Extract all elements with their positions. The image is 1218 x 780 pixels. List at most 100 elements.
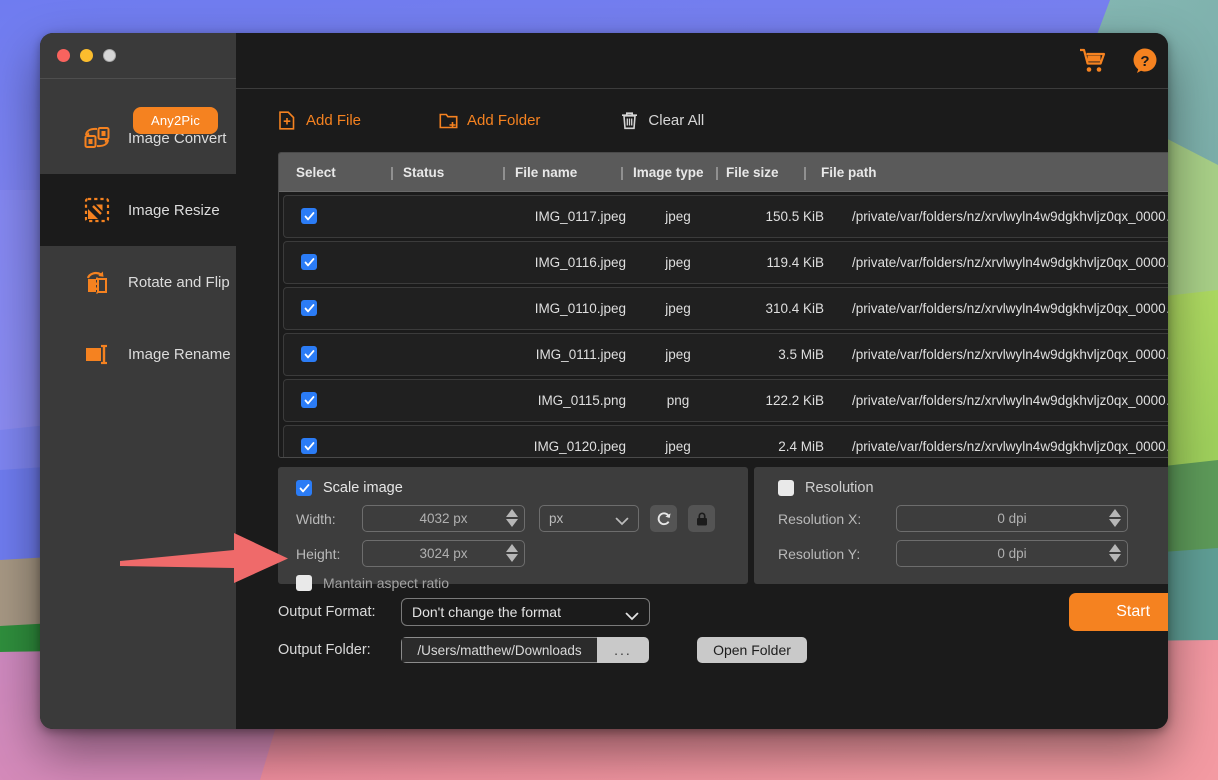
row-select-cell	[284, 300, 380, 317]
table-row[interactable]: IMG_0116.jpegjpeg119.4 KiB/private/var/f…	[283, 241, 1168, 284]
row-file-path-cell: /private/var/folders/nz/xrvlwyln4w9dgkhv…	[824, 347, 1168, 362]
height-value: 3024 px	[419, 546, 467, 561]
row-checkbox[interactable]	[301, 392, 317, 408]
sidebar-item-rotate-and-flip[interactable]: Rotate and Flip	[40, 246, 236, 318]
row-file-size-cell: 150.5 KiB	[726, 209, 824, 224]
open-folder-button[interactable]: Open Folder	[697, 637, 807, 663]
output-folder-group: /Users/matthew/Downloads ...	[401, 637, 649, 663]
output-folder-input[interactable]: /Users/matthew/Downloads	[401, 637, 597, 663]
trash-icon	[620, 111, 639, 130]
table-header-row: Select | Status | File name | Image type…	[279, 153, 1168, 192]
row-checkbox[interactable]	[301, 300, 317, 316]
output-format-label: Output Format:	[278, 604, 401, 620]
maximize-button[interactable]	[103, 49, 116, 62]
sidebar-divider	[40, 78, 236, 79]
stepper-down-arrow[interactable]	[1109, 554, 1121, 562]
row-image-type-cell: jpeg	[630, 347, 726, 362]
height-field-row: Height: 3024 px	[296, 540, 748, 567]
table-row[interactable]: IMG_0110.jpegjpeg310.4 KiB/private/var/f…	[283, 287, 1168, 330]
resolution-checkbox[interactable]	[778, 480, 794, 496]
row-image-type-cell: jpeg	[630, 209, 726, 224]
add-file-icon	[278, 111, 297, 130]
stepper-down-arrow[interactable]	[506, 519, 518, 527]
row-file-name-cell: IMG_0110.jpeg	[490, 301, 630, 316]
height-stepper[interactable]: 3024 px	[362, 540, 525, 567]
column-separator: |	[789, 165, 821, 180]
resolution-y-value: 0 dpi	[997, 546, 1026, 561]
maintain-aspect-ratio-row: Mantain aspect ratio	[296, 575, 748, 591]
table-body: IMG_0117.jpegjpeg150.5 KiB/private/var/f…	[279, 192, 1168, 458]
stepper-up-arrow[interactable]	[506, 509, 518, 517]
column-header-file-path[interactable]: File path	[821, 165, 1168, 180]
resolution-x-value: 0 dpi	[997, 511, 1026, 526]
width-stepper[interactable]: 4032 px	[362, 505, 525, 532]
start-button[interactable]: Start	[1069, 593, 1168, 631]
unit-value: px	[549, 511, 563, 526]
resolution-x-stepper[interactable]: 0 dpi	[896, 505, 1128, 532]
output-format-select[interactable]: Don't change the format	[401, 598, 650, 626]
help-icon[interactable]: ?	[1131, 47, 1159, 75]
stepper-up-arrow[interactable]	[506, 544, 518, 552]
scale-image-header: Scale image	[296, 480, 748, 496]
sidebar: Image Convert Image Resize	[40, 33, 236, 729]
row-file-name-cell: IMG_0117.jpeg	[490, 209, 630, 224]
close-button[interactable]	[57, 49, 70, 62]
table-row[interactable]: IMG_0117.jpegjpeg150.5 KiB/private/var/f…	[283, 195, 1168, 238]
stepper-up-arrow[interactable]	[1109, 509, 1121, 517]
row-checkbox[interactable]	[301, 254, 317, 270]
lock-button[interactable]	[688, 505, 715, 532]
output-format-row: Output Format: Don't change the format	[278, 598, 1168, 626]
column-header-file-size[interactable]: File size	[726, 165, 789, 180]
sidebar-item-image-resize[interactable]: Image Resize	[40, 174, 236, 246]
table-row[interactable]: IMG_0120.jpegjpeg2.4 MiB/private/var/fol…	[283, 425, 1168, 458]
row-image-type-cell: jpeg	[630, 301, 726, 316]
row-checkbox[interactable]	[301, 438, 317, 454]
stepper-down-arrow[interactable]	[1109, 519, 1121, 527]
lock-icon	[694, 511, 710, 527]
minimize-button[interactable]	[80, 49, 93, 62]
resolution-y-stepper[interactable]: 0 dpi	[896, 540, 1128, 567]
row-image-type-cell: png	[630, 393, 726, 408]
cart-icon[interactable]	[1079, 47, 1107, 75]
column-header-file-name[interactable]: File name	[515, 165, 611, 180]
browse-folder-button[interactable]: ...	[597, 637, 649, 663]
row-file-size-cell: 3.5 MiB	[726, 347, 824, 362]
maintain-aspect-ratio-checkbox[interactable]	[296, 575, 312, 591]
sidebar-item-image-rename[interactable]: Image Rename	[40, 318, 236, 390]
add-file-label: Add File	[306, 112, 361, 129]
row-select-cell	[284, 438, 380, 455]
column-header-status[interactable]: Status	[403, 165, 493, 180]
stepper-down-arrow[interactable]	[506, 554, 518, 562]
table-row[interactable]: IMG_0115.pngpng122.2 KiB/private/var/fol…	[283, 379, 1168, 422]
resolution-x-stepper-arrows[interactable]	[1109, 509, 1121, 527]
add-folder-icon	[439, 111, 458, 130]
stepper-up-arrow[interactable]	[1109, 544, 1121, 552]
row-checkbox[interactable]	[301, 346, 317, 362]
column-separator: |	[381, 165, 403, 180]
sidebar-nav: Image Convert Image Resize	[40, 102, 236, 390]
row-file-path-cell: /private/var/folders/nz/xrvlwyln4w9dgkhv…	[824, 209, 1168, 224]
column-separator: |	[493, 165, 515, 180]
row-image-type-cell: jpeg	[630, 439, 726, 454]
table-row[interactable]: IMG_0111.jpegjpeg3.5 MiB/private/var/fol…	[283, 333, 1168, 376]
row-file-path-cell: /private/var/folders/nz/xrvlwyln4w9dgkhv…	[824, 393, 1168, 408]
width-label: Width:	[296, 511, 362, 527]
scale-image-panel: Scale image Width: 4032 px px	[278, 467, 748, 584]
column-header-select[interactable]: Select	[296, 165, 381, 180]
resolution-y-stepper-arrows[interactable]	[1109, 544, 1121, 562]
refresh-button[interactable]	[650, 505, 677, 532]
add-file-button[interactable]: Add File	[278, 111, 361, 130]
clear-all-button[interactable]: Clear All	[620, 111, 704, 130]
column-separator: |	[611, 165, 633, 180]
height-stepper-arrows[interactable]	[506, 544, 518, 562]
row-checkbox[interactable]	[301, 208, 317, 224]
sidebar-item-label: Image Rename	[128, 346, 231, 363]
rotate-flip-icon	[84, 269, 110, 295]
column-header-image-type[interactable]: Image type	[633, 165, 708, 180]
add-folder-label: Add Folder	[467, 112, 540, 129]
unit-select[interactable]: px	[539, 505, 639, 532]
width-stepper-arrows[interactable]	[506, 509, 518, 527]
add-folder-button[interactable]: Add Folder	[439, 111, 540, 130]
scale-image-checkbox[interactable]	[296, 480, 312, 496]
row-select-cell	[284, 346, 380, 363]
